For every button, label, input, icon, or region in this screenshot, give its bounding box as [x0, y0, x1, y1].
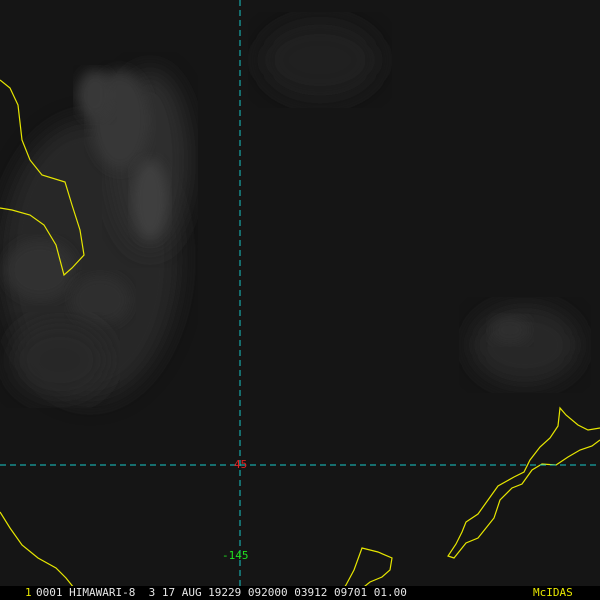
satellite-image	[0, 0, 600, 600]
image-metadata-text: 0001 HIMAWARI-8 3 17 AUG 19229 092000 03…	[36, 586, 407, 599]
satellite-image-frame: 45 -145 1 0001 HIMAWARI-8 3 17 AUG 19229…	[0, 0, 600, 600]
longitude-label: -145	[222, 549, 249, 562]
mcidas-logo-text: McIDAS	[533, 586, 573, 599]
frame-number: 1	[25, 586, 32, 599]
image-info-bar: 1 0001 HIMAWARI-8 3 17 AUG 19229 092000 …	[0, 586, 600, 600]
latitude-label: 45	[234, 458, 248, 471]
